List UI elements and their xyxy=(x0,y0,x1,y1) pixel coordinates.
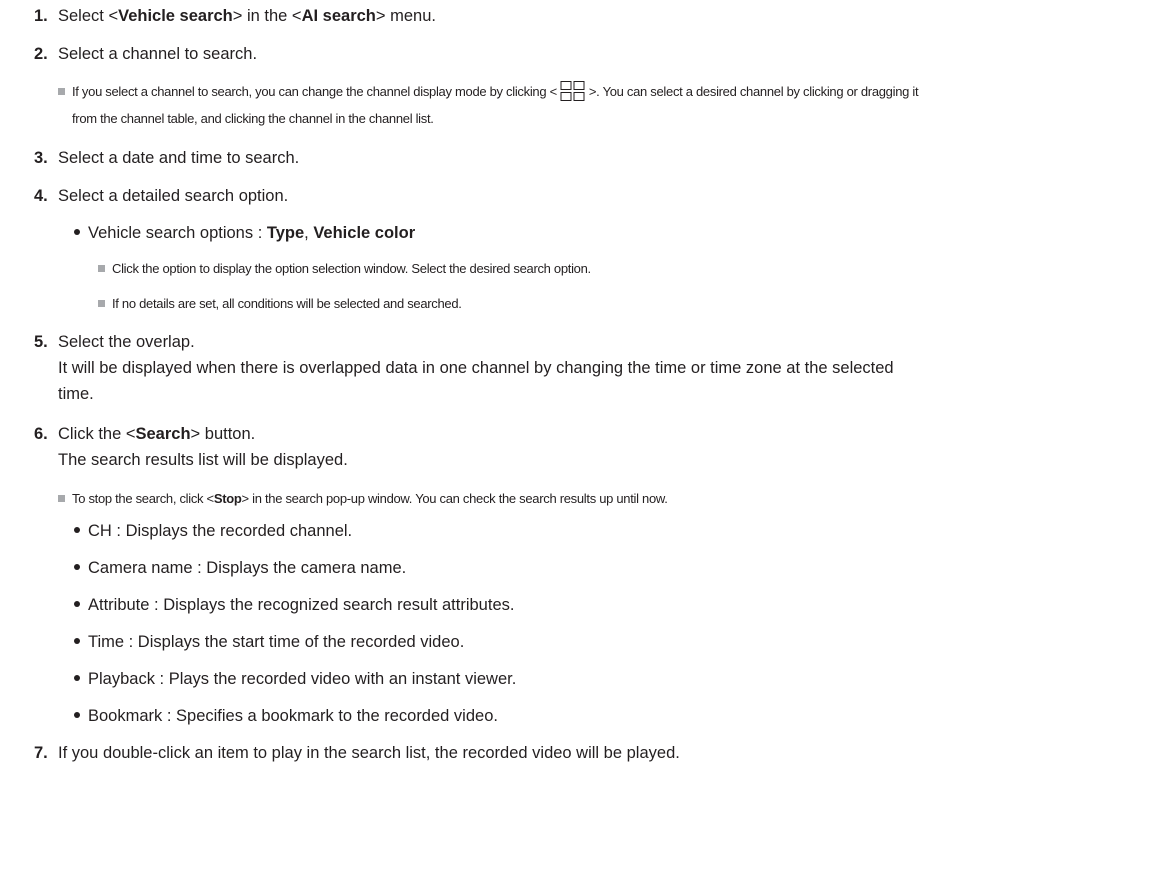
note-option-window: Click the option to display the option s… xyxy=(98,256,591,281)
result-item-time: Time : Displays the start time of the re… xyxy=(74,630,464,655)
step-2: 2. Select a channel to search. xyxy=(34,42,257,67)
manual-page: 1. Select <Vehicle search> in the <AI sea… xyxy=(0,0,1172,878)
note-display-mode-cont: from the channel table, and clicking the… xyxy=(72,111,434,126)
step-5: 5. Select the overlap. xyxy=(34,330,195,355)
result-item-attribute: Attribute : Displays the recognized sear… xyxy=(74,593,514,618)
step-5-detail: It will be displayed when there is overl… xyxy=(58,359,894,377)
dot-bullet-icon xyxy=(74,564,80,570)
square-bullet-icon xyxy=(58,88,65,95)
step-number: 3. xyxy=(34,149,48,167)
note-no-details: If no details are set, all conditions wi… xyxy=(98,291,462,316)
square-bullet-icon xyxy=(98,300,105,307)
square-bullet-icon xyxy=(98,265,105,272)
step-3: 3. Select a date and time to search. xyxy=(34,146,299,171)
step-number: 7. xyxy=(34,744,48,762)
result-item-ch: CH : Displays the recorded channel. xyxy=(74,519,352,544)
result-item-playback: Playback : Plays the recorded video with… xyxy=(74,667,516,692)
button-name: Search xyxy=(135,425,191,443)
channel-grid-icon xyxy=(560,80,585,101)
dot-bullet-icon xyxy=(74,712,80,718)
step-6-detail: The search results list will be displaye… xyxy=(58,451,348,469)
step-number: 5. xyxy=(34,333,48,351)
step-1: 1. Select <Vehicle search> in the <AI sea… xyxy=(34,4,436,29)
dot-bullet-icon xyxy=(74,527,80,533)
note-stop-search: To stop the search, click <Stop> in the … xyxy=(58,486,668,511)
dot-bullet-icon xyxy=(74,229,80,235)
step-number: 4. xyxy=(34,187,48,205)
vehicle-options-item: Vehicle search options : Type, Vehicle c… xyxy=(74,221,415,246)
menu-name: AI search xyxy=(301,7,376,25)
result-item-camera-name: Camera name : Displays the camera name. xyxy=(74,556,406,581)
dot-bullet-icon xyxy=(74,675,80,681)
square-bullet-icon xyxy=(58,495,65,502)
step-4: 4. Select a detailed search option. xyxy=(34,184,288,209)
step-number: 1. xyxy=(34,7,48,25)
note-display-mode: If you select a channel to search, you c… xyxy=(58,79,919,104)
step-6: 6. Click the <Search> button. xyxy=(34,422,255,447)
step-number: 6. xyxy=(34,425,48,443)
dot-bullet-icon xyxy=(74,638,80,644)
menu-name: Vehicle search xyxy=(118,7,233,25)
step-number: 2. xyxy=(34,45,48,63)
step-7: 7. If you double-click an item to play in… xyxy=(34,741,680,766)
dot-bullet-icon xyxy=(74,601,80,607)
step-5-detail-cont: time. xyxy=(58,385,94,403)
result-item-bookmark: Bookmark : Specifies a bookmark to the r… xyxy=(74,704,498,729)
